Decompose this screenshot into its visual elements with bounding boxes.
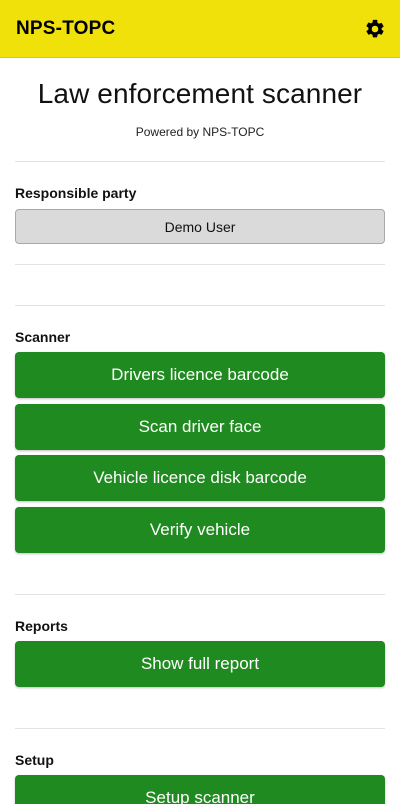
- divider: [15, 305, 385, 306]
- setup-scanner-button[interactable]: Setup scanner: [15, 775, 385, 804]
- app-bar: NPS-TOPC: [0, 0, 400, 58]
- responsible-party-label: Responsible party: [15, 185, 137, 201]
- page-title: Law enforcement scanner: [37, 78, 363, 109]
- main-content: Law enforcement scanner Powered by NPS-T…: [0, 58, 400, 804]
- setup-section-label: Setup: [15, 752, 54, 768]
- verify-vehicle-button[interactable]: Verify vehicle: [15, 507, 385, 553]
- responsible-party-button[interactable]: Demo User: [15, 209, 385, 244]
- divider: [15, 161, 385, 162]
- scanner-section-label: Scanner: [15, 329, 71, 345]
- vehicle-licence-disk-barcode-button[interactable]: Vehicle licence disk barcode: [15, 455, 385, 501]
- divider: [15, 594, 385, 595]
- gear-icon[interactable]: [364, 18, 386, 40]
- show-full-report-button[interactable]: Show full report: [15, 641, 385, 687]
- scan-driver-face-button[interactable]: Scan driver face: [15, 404, 385, 450]
- reports-section-label: Reports: [15, 618, 68, 634]
- drivers-licence-barcode-button[interactable]: Drivers licence barcode: [15, 352, 385, 398]
- powered-by-text: Powered by NPS-TOPC: [135, 125, 265, 139]
- divider: [15, 728, 385, 729]
- divider: [15, 264, 385, 265]
- app-title: NPS-TOPC: [16, 17, 116, 39]
